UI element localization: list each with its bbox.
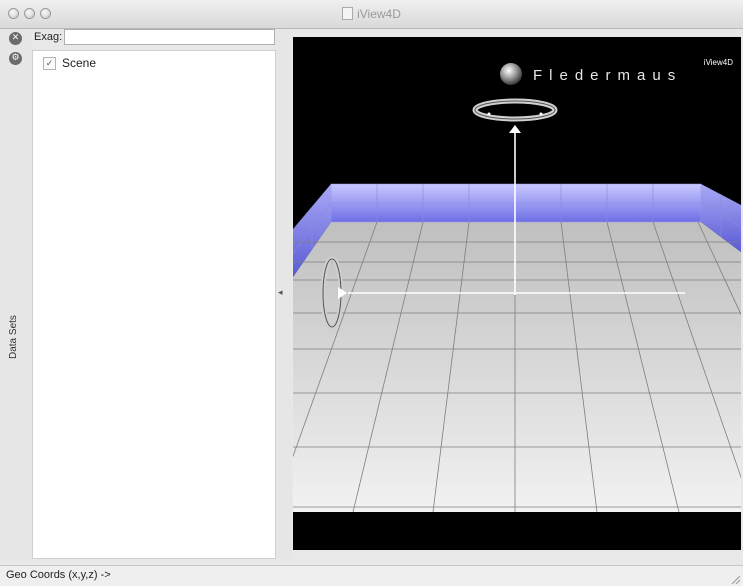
tree-item-scene[interactable]: ✓ Scene	[43, 56, 96, 70]
scene-render: Fledermaus iView4D	[293, 37, 741, 550]
logo-subtitle: iView4D	[704, 58, 733, 67]
data-sets-tab[interactable]: Data Sets	[8, 315, 19, 359]
document-icon	[342, 7, 354, 20]
sidebar-toolstrip: ✕ ⚙ Data Sets	[0, 29, 31, 559]
logo-text: Fledermaus	[533, 67, 682, 84]
title-bar: iView4D	[0, 0, 743, 29]
data-sets-tree: ✓ Scene	[32, 50, 276, 559]
clear-icon[interactable]: ✕	[9, 32, 22, 45]
tree-item-label: Scene	[62, 56, 97, 70]
splitter-arrow-icon: ◂	[278, 287, 283, 297]
panel-splitter[interactable]: ◂	[276, 29, 292, 559]
exag-input[interactable]	[64, 29, 275, 45]
scene-checkbox[interactable]: ✓	[43, 56, 56, 70]
scene-viewport[interactable]: Fledermaus iView4D	[293, 37, 741, 550]
bottom-band	[293, 512, 741, 550]
exag-label: Exag:	[34, 31, 63, 43]
geo-coords-label: Geo Coords (x,y,z) ->	[6, 569, 111, 581]
settings-icon[interactable]: ⚙	[9, 52, 22, 65]
resize-grip-icon[interactable]	[730, 574, 740, 584]
window-title-container: iView4D	[0, 7, 743, 21]
status-bar: Geo Coords (x,y,z) ->	[0, 565, 743, 586]
window-title: iView4D	[357, 7, 401, 21]
floor-plane	[293, 222, 741, 512]
